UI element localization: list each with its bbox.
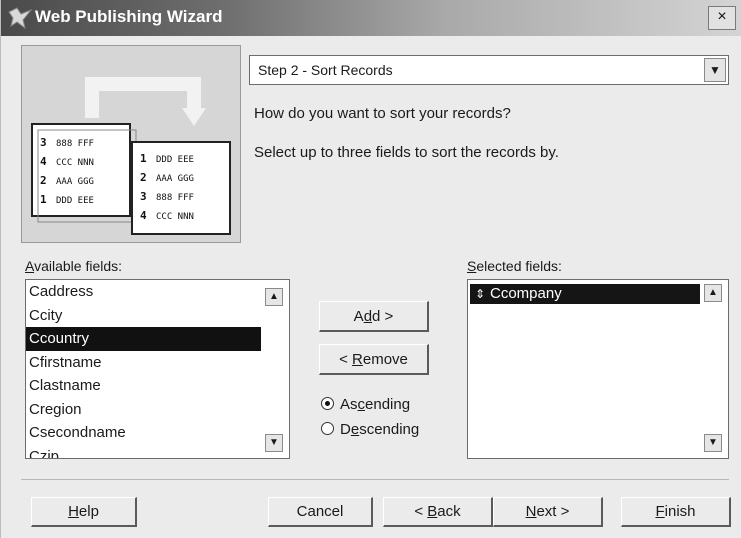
window-title: Web Publishing Wizard	[35, 7, 223, 26]
available-fields-list[interactable]: Caddress Ccity Ccountry Cfirstname Clast…	[25, 279, 290, 459]
card-row-number: 3	[40, 136, 47, 149]
available-fields-label: Available fields:	[25, 258, 123, 274]
scroll-down-icon: ▼	[269, 437, 279, 448]
card-row-text: DDD EEE	[156, 155, 194, 165]
card-row-number: 1	[140, 152, 147, 165]
descending-radio[interactable]: Descending	[321, 421, 419, 438]
selected-fields-label: Selected fields:	[467, 258, 562, 274]
selected-list-item[interactable]: ⇕ Ccompany	[470, 284, 700, 304]
back-button[interactable]: < Back	[383, 497, 493, 527]
list-item[interactable]: Csecondname	[26, 421, 289, 445]
card-row-text: AAA GGG	[156, 174, 194, 184]
scroll-up-icon: ▲	[708, 287, 718, 298]
wizard-window: Web Publishing Wizard × 3 888 FFF 4 CCC NNN…	[0, 0, 741, 538]
card-row-text: DDD EEE	[56, 196, 94, 206]
selected-fields-list[interactable]: ⇕ Ccompany ▲ ▼	[467, 279, 729, 459]
next-button[interactable]: Next >	[493, 497, 603, 527]
card-row-number: 2	[140, 171, 147, 184]
list-item[interactable]: Caddress	[26, 280, 289, 304]
title-bar: Web Publishing Wizard ×	[1, 0, 741, 36]
step-dropdown[interactable]: Step 2 - Sort Records ▼	[249, 55, 729, 85]
list-item[interactable]: Clastname	[26, 374, 289, 398]
scroll-up-button[interactable]: ▲	[704, 284, 722, 302]
card-row-number: 4	[40, 155, 47, 168]
close-button[interactable]: ×	[708, 6, 736, 30]
app-icon	[8, 7, 33, 30]
list-item[interactable]: Cregion	[26, 398, 289, 422]
wizard-illustration: 3 888 FFF 4 CCC NNN 2 AAA GGG 1 DDD EEE 1 DDD EE…	[21, 45, 241, 243]
list-item[interactable]: Ccity	[26, 304, 289, 328]
sort-question: How do you want to sort your records?	[254, 105, 511, 122]
scroll-up-button[interactable]: ▲	[265, 288, 283, 306]
list-item-selected[interactable]: Ccountry	[26, 327, 261, 351]
finish-button[interactable]: Finish	[621, 497, 731, 527]
help-button[interactable]: Help	[31, 497, 137, 527]
sort-order-icon: ⇕	[474, 287, 486, 301]
card-row-number: 2	[40, 174, 47, 187]
scroll-up-icon: ▲	[269, 291, 279, 302]
dropdown-arrow-button[interactable]: ▼	[704, 58, 726, 82]
ascending-radio[interactable]: Ascending	[321, 396, 410, 413]
scroll-down-button[interactable]: ▼	[704, 434, 722, 452]
card-row-number: 4	[140, 209, 147, 222]
sort-instruction: Select up to three fields to sort the re…	[254, 144, 559, 161]
list-item[interactable]: Czip	[26, 445, 289, 459]
card-row-text: CCC NNN	[156, 212, 194, 222]
radio-unchecked-icon	[321, 422, 334, 435]
card-row-text: 888 FFF	[56, 139, 94, 149]
card-row-text: CCC NNN	[56, 158, 94, 168]
add-button[interactable]: Add >	[319, 301, 429, 332]
list-item[interactable]: Cfirstname	[26, 351, 289, 375]
remove-button[interactable]: < Remove	[319, 344, 429, 375]
card-row-text: AAA GGG	[56, 177, 94, 187]
scroll-down-icon: ▼	[708, 437, 718, 448]
chevron-down-icon: ▼	[709, 63, 721, 77]
card-row-text: 888 FFF	[156, 193, 194, 203]
scroll-down-button[interactable]: ▼	[265, 434, 283, 452]
card-row-number: 1	[40, 193, 47, 206]
footer-divider	[21, 479, 729, 480]
card-row-number: 3	[140, 190, 147, 203]
cancel-button[interactable]: Cancel	[268, 497, 373, 527]
radio-checked-icon	[321, 397, 334, 410]
sort-records-illustration: 3 888 FFF 4 CCC NNN 2 AAA GGG 1 DDD EEE 1 DDD EE…	[31, 77, 231, 235]
step-dropdown-value: Step 2 - Sort Records	[258, 62, 393, 78]
